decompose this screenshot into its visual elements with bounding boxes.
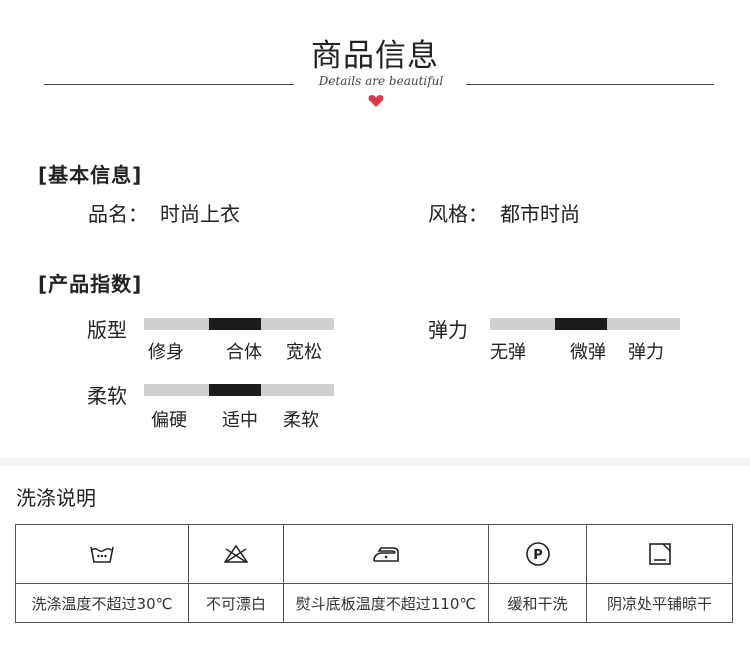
- washing-instructions-heading: 洗涤说明: [16, 486, 96, 510]
- fit-option-regular: 合体: [226, 342, 262, 363]
- softness-scale-bar: [144, 384, 334, 396]
- dry-clean-text: 缓和干洗: [488, 583, 587, 623]
- page-subtitle: Details are beautiful: [318, 74, 444, 88]
- elasticity-option-none: 无弹: [490, 342, 526, 363]
- no-bleach-cell: [188, 524, 284, 584]
- wash-30-cell: [15, 524, 189, 584]
- basic-info-heading: [基本信息]: [38, 163, 143, 187]
- softness-option-hard: 偏硬: [151, 410, 187, 431]
- fit-label: 版型: [87, 318, 127, 342]
- iron-cell: [283, 524, 489, 584]
- elasticity-option-slight: 微弹: [570, 342, 606, 363]
- no-bleach-text: 不可漂白: [188, 583, 284, 623]
- softness-segment-2: [209, 384, 261, 396]
- elasticity-scale-bar: [490, 318, 680, 330]
- no-bleach-icon: [189, 543, 283, 565]
- elasticity-label: 弹力: [428, 318, 468, 342]
- page-title: 商品信息: [311, 38, 439, 74]
- product-index-heading: [产品指数]: [38, 272, 143, 296]
- elasticity-segment-3: [607, 318, 680, 330]
- softness-segment-1: [144, 384, 209, 396]
- iron-text: 熨斗底板温度不超过110℃: [283, 583, 489, 623]
- product-name-value: 时尚上衣: [160, 202, 240, 226]
- softness-option-soft: 柔软: [283, 410, 319, 431]
- softness-segment-3: [261, 384, 334, 396]
- elasticity-segment-1: [490, 318, 555, 330]
- wash-30-icon: [16, 543, 188, 565]
- flat-dry-shade-icon: [587, 541, 732, 567]
- elasticity-option-stretch: 弹力: [628, 342, 664, 363]
- product-name-label: 品名：: [88, 202, 148, 226]
- iron-icon: [284, 543, 488, 565]
- fit-option-loose: 宽松: [286, 342, 322, 363]
- title-divider-left: [44, 84, 294, 85]
- washing-instructions-table: P 洗涤温度不超过30℃ 不可漂白 熨斗底板温度不超过110℃ 缓和干洗 阴凉处…: [15, 524, 733, 623]
- dry-clean-cell: P: [488, 524, 587, 584]
- section-divider-band: [0, 458, 750, 466]
- title-divider-right: [466, 84, 714, 85]
- wash-30-text: 洗涤温度不超过30℃: [15, 583, 189, 623]
- heart-icon: [368, 93, 384, 107]
- style-label: 风格：: [428, 202, 488, 226]
- style-value: 都市时尚: [500, 202, 580, 226]
- flat-dry-cell: [586, 524, 733, 584]
- softness-label: 柔软: [87, 384, 127, 408]
- fit-segment-1: [144, 318, 209, 330]
- fit-option-slim: 修身: [148, 342, 184, 363]
- softness-option-medium: 适中: [222, 410, 258, 431]
- svg-text:P: P: [533, 548, 543, 563]
- fit-segment-2: [209, 318, 261, 330]
- elasticity-segment-2: [555, 318, 607, 330]
- fit-segment-3: [261, 318, 334, 330]
- fit-scale-bar: [144, 318, 334, 330]
- dry-clean-p-icon: P: [489, 541, 586, 567]
- flat-dry-text: 阴凉处平铺晾干: [586, 583, 733, 623]
